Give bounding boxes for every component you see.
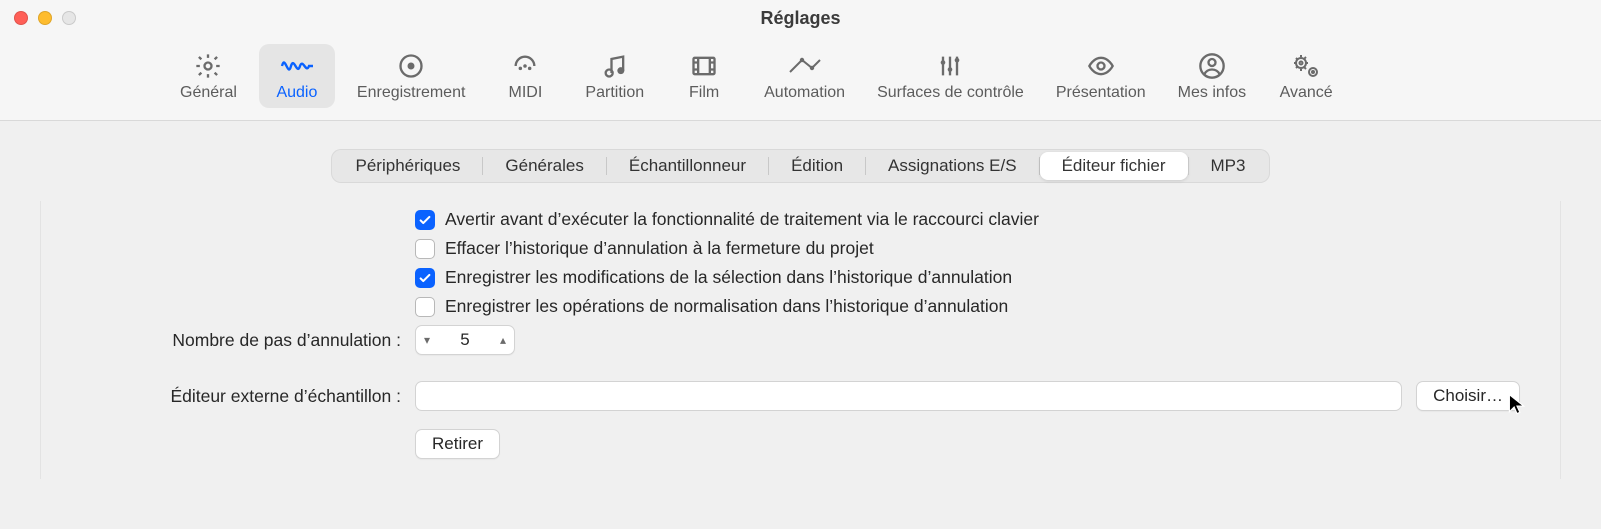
tab-file-editor[interactable]: Éditeur fichier: [1040, 152, 1188, 180]
file-editor-pane: Avertir avant d’exécuter la fonctionnali…: [40, 201, 1561, 479]
remove-button[interactable]: Retirer: [415, 429, 500, 459]
tab-mp3[interactable]: MP3: [1189, 152, 1268, 180]
checkbox-label: Avertir avant d’exécuter la fonctionnali…: [445, 209, 1039, 230]
audio-subtabs: Périphériques Générales Échantillonneur …: [0, 121, 1601, 201]
person-circle-icon: [1198, 52, 1226, 80]
undo-steps-stepper[interactable]: ▾ 5 ▴: [415, 325, 515, 355]
tab-general-sub[interactable]: Générales: [483, 152, 605, 180]
checkbox-label: Effacer l’historique d’annulation à la f…: [445, 238, 874, 259]
close-window-button[interactable]: [14, 11, 28, 25]
toolbar-label: Surfaces de contrôle: [877, 84, 1024, 102]
toolbar-item-my-info[interactable]: Mes infos: [1168, 44, 1256, 108]
toolbar-item-general[interactable]: Général: [170, 44, 247, 108]
toolbar-label: Automation: [764, 84, 845, 102]
double-gear-icon: [1291, 52, 1321, 80]
undo-steps-label: Nombre de pas d’annulation :: [41, 330, 401, 351]
minimize-window-button[interactable]: [38, 11, 52, 25]
toolbar-item-recording[interactable]: Enregistrement: [347, 44, 476, 108]
toolbar-item-control-surfaces[interactable]: Surfaces de contrôle: [867, 44, 1034, 108]
midi-icon: [511, 52, 539, 80]
automation-icon: [788, 52, 822, 80]
preferences-toolbar: Général Audio Enregistrement MIDI Partit: [0, 36, 1601, 121]
toolbar-label: MIDI: [509, 84, 543, 102]
toolbar-label: Audio: [276, 84, 317, 102]
music-note-icon: [601, 52, 629, 80]
tab-devices[interactable]: Périphériques: [334, 152, 483, 180]
tab-sampler[interactable]: Échantillonneur: [607, 152, 768, 180]
zoom-window-button[interactable]: [62, 11, 76, 25]
checkbox-record-selection-undo[interactable]: [415, 268, 435, 288]
toolbar-item-display[interactable]: Présentation: [1046, 44, 1156, 108]
toolbar-item-movie[interactable]: Film: [666, 44, 742, 108]
checkbox-clear-undo-on-close[interactable]: [415, 239, 435, 259]
checkbox-label: Enregistrer les opérations de normalisat…: [445, 296, 1008, 317]
toolbar-label: Partition: [585, 84, 644, 102]
toolbar-item-midi[interactable]: MIDI: [487, 44, 563, 108]
toolbar-item-automation[interactable]: Automation: [754, 44, 855, 108]
undo-steps-value: 5: [460, 330, 469, 350]
chevron-down-icon[interactable]: ▾: [424, 333, 430, 347]
toolbar-item-advanced[interactable]: Avancé: [1268, 44, 1344, 108]
cursor-icon: [1507, 393, 1528, 421]
external-editor-label: Éditeur externe d’échantillon :: [41, 386, 401, 407]
titlebar: Réglages: [0, 0, 1601, 36]
toolbar-label: Enregistrement: [357, 84, 466, 102]
checkbox-label: Enregistrer les modifications de la séle…: [445, 267, 1012, 288]
chevron-up-icon[interactable]: ▴: [500, 333, 506, 347]
sliders-icon: [936, 52, 964, 80]
window-title: Réglages: [0, 8, 1601, 29]
toolbar-label: Présentation: [1056, 84, 1146, 102]
toolbar-item-audio[interactable]: Audio: [259, 44, 335, 108]
tab-io-assignments[interactable]: Assignations E/S: [866, 152, 1039, 180]
checkbox-record-normalize-undo[interactable]: [415, 297, 435, 317]
toolbar-label: Mes infos: [1178, 84, 1246, 102]
toolbar-label: Avancé: [1280, 84, 1333, 102]
checkbox-warn-before-process[interactable]: [415, 210, 435, 230]
external-editor-input[interactable]: [415, 381, 1402, 411]
choose-button[interactable]: Choisir…: [1416, 381, 1520, 411]
record-icon: [397, 52, 425, 80]
filmstrip-icon: [690, 52, 718, 80]
eye-icon: [1086, 52, 1116, 80]
gear-icon: [194, 52, 222, 80]
audio-wave-icon: [280, 52, 314, 80]
tab-editing[interactable]: Édition: [769, 152, 865, 180]
traffic-lights: [14, 11, 76, 25]
toolbar-label: Général: [180, 84, 237, 102]
toolbar-label: Film: [689, 84, 719, 102]
toolbar-item-score[interactable]: Partition: [575, 44, 654, 108]
